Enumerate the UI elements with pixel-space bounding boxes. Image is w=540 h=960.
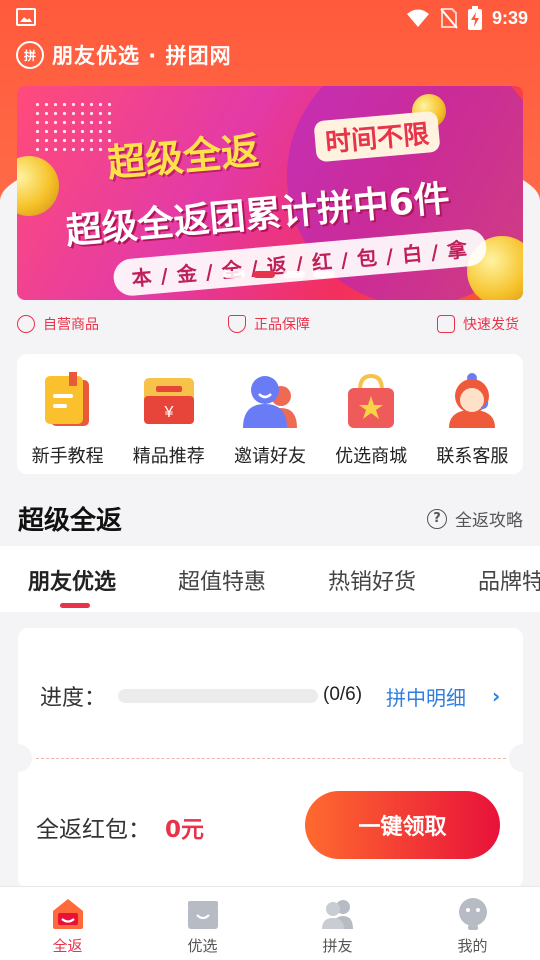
profile-icon (458, 898, 487, 930)
person-icon (17, 315, 35, 333)
progress-label: 进度： (40, 686, 107, 711)
gallery-notification-icon (16, 8, 36, 26)
pager-dot[interactable] (283, 271, 305, 278)
no-sim-icon (440, 8, 458, 29)
guarantee-label: 快速发货 (463, 317, 519, 333)
progress-bar (118, 689, 318, 703)
redpacket-value: 0元 (165, 817, 205, 843)
red-envelope-icon: ¥ (143, 378, 194, 424)
guarantee-label: 正品保障 (254, 317, 310, 333)
win-details-link[interactable]: 拼中明细 (386, 682, 466, 711)
feature-invite[interactable]: 邀请好友 (220, 372, 320, 474)
promo-banner[interactable]: 超级全返 时间不限 超级全返团累计拼中6件 本 / 金 / 全 / 返 / 红 … (17, 86, 523, 300)
card-divider (36, 758, 506, 759)
rebate-guide-label: 全返攻略 (455, 511, 523, 531)
nav-label: 全返 (52, 937, 83, 955)
battery-charging-icon (467, 6, 482, 30)
guarantee-label: 自营商品 (43, 317, 99, 333)
nav-group[interactable]: 拼友 (270, 887, 405, 960)
feature-label: 新手教程 (31, 446, 104, 467)
svg-text:¥: ¥ (163, 404, 173, 421)
wifi-icon (406, 9, 429, 27)
brand-logo-icon: 拼 (16, 41, 44, 69)
guarantee-row: 自营商品 正品保障 快速发货 (17, 314, 523, 340)
pager-dot[interactable] (223, 271, 245, 278)
rebate-progress-card: 进度： (0/6) 拼中明细 › 全返红包： 0元 一键领取 (4, 628, 537, 888)
basket-icon (187, 901, 218, 929)
shopping-bag-icon (348, 373, 395, 428)
tab-friends-select[interactable]: 朋友优选 (28, 564, 116, 596)
brand-name: 朋友优选 · 拼团网 (52, 44, 232, 68)
tab-active-indicator (60, 603, 90, 608)
claim-all-button[interactable]: 一键领取 (305, 791, 500, 859)
pager-dot[interactable] (313, 271, 335, 278)
shield-check-icon (228, 315, 246, 333)
delivery-icon (437, 315, 455, 333)
tab-hot-sellers[interactable]: 热销好货 (328, 564, 416, 596)
card-notch (509, 744, 537, 772)
customer-service-icon (449, 373, 496, 428)
bottom-navigation: 全返 优选 拼友 我的 (0, 886, 540, 960)
nav-label: 拼友 (322, 937, 353, 955)
feature-label: 邀请好友 (233, 446, 306, 467)
nav-profile[interactable]: 我的 (405, 887, 540, 960)
friends-icon (242, 376, 297, 428)
home-gift-icon (52, 899, 83, 929)
feature-mall[interactable]: 优选商城 (321, 372, 421, 474)
card-notch (4, 744, 32, 772)
feature-label: 联系客服 (436, 446, 509, 467)
nav-rebate[interactable]: 全返 (0, 887, 135, 960)
help-icon: ? (427, 508, 447, 529)
redpacket-label: 全返红包： (36, 817, 151, 843)
section-title: 超级全返 (18, 506, 123, 536)
rebate-guide-link[interactable]: ? 全返攻略 (427, 506, 523, 531)
progress-count: (0/6) (323, 684, 363, 705)
feature-tutorial[interactable]: 新手教程 (18, 372, 118, 474)
group-icon (321, 900, 353, 929)
feature-service[interactable]: 联系客服 (422, 372, 522, 474)
feature-label: 优选商城 (335, 446, 408, 467)
feature-grid: 新手教程 ¥ 精品推荐 邀请好友 优选商城 联系客服 (17, 354, 523, 474)
feature-label: 精品推荐 (132, 446, 205, 467)
category-tabs: 朋友优选 超值特惠 热销好货 品牌特 (0, 546, 540, 612)
nav-label: 优选 (187, 937, 218, 955)
tab-brand[interactable]: 品牌特 (478, 564, 540, 596)
coin-icon (17, 156, 59, 216)
nav-label: 我的 (457, 937, 488, 955)
brand-header: 拼 朋友优选 · 拼团网 (16, 40, 232, 70)
banner-dot-pattern (33, 100, 113, 156)
pager-dot[interactable] (253, 271, 275, 278)
feature-recommend[interactable]: ¥ 精品推荐 (119, 372, 219, 474)
status-bar: 9:39 (0, 0, 540, 36)
nav-select[interactable]: 优选 (135, 887, 270, 960)
guarantee-self-operated: 自营商品 (17, 314, 99, 334)
guarantee-genuine: 正品保障 (228, 314, 310, 334)
banner-pager (223, 271, 335, 278)
guarantee-fast-delivery: 快速发货 (437, 314, 519, 334)
banner-headline: 超级全返 (105, 128, 261, 186)
status-time: 9:39 (491, 7, 528, 28)
book-icon (44, 372, 89, 426)
chevron-right-icon[interactable]: › (492, 684, 500, 708)
tab-great-deals[interactable]: 超值特惠 (178, 564, 266, 596)
